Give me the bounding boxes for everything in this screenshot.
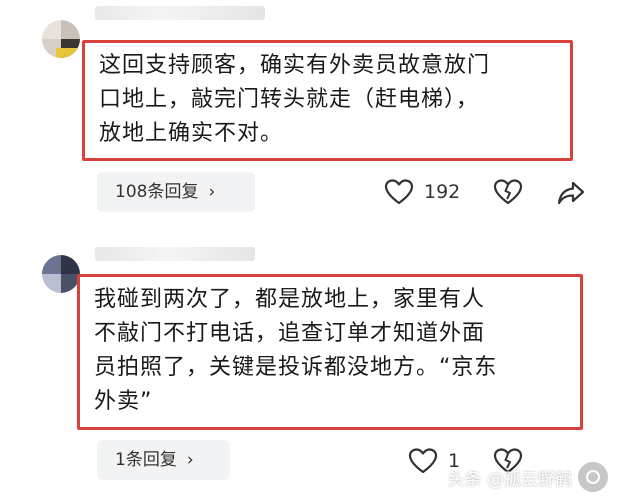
view-replies-button[interactable]: 1条回复 › (97, 440, 230, 480)
toutiao-logo-icon (578, 462, 608, 492)
share-button[interactable] (556, 180, 586, 206)
reply-count-label: 108条回复 (115, 182, 199, 202)
comment-text: 这回支持顾客，确实有外卖员故意放门 口地上，敲完门转头就走（赶电梯）， 放地上确… (82, 40, 573, 161)
watermark-text: 头条 @孤云野鹤 (447, 469, 572, 490)
dislike-button[interactable] (493, 178, 523, 206)
avatar[interactable] (42, 255, 80, 293)
like-button[interactable]: 192 (384, 178, 460, 206)
username-blurred[interactable] (95, 247, 255, 261)
comment-text: 我碰到两次了，都是放地上，家里有人 不敲门不打电话，追查订单才知道外面 员拍照了… (77, 274, 583, 430)
like-count: 192 (424, 181, 461, 203)
heart-outline-icon (408, 448, 438, 474)
reply-count-label: 1条回复 (115, 450, 177, 470)
chevron-right-icon: › (208, 182, 216, 202)
broken-heart-icon (493, 179, 523, 205)
chevron-right-icon: › (186, 450, 194, 470)
share-arrow-icon (557, 181, 585, 205)
heart-outline-icon (384, 179, 414, 205)
view-replies-button[interactable]: 108条回复 › (97, 172, 255, 212)
avatar[interactable] (42, 20, 80, 58)
username-blurred[interactable] (95, 6, 265, 20)
watermark: 头条 @孤云野鹤 (448, 462, 608, 492)
